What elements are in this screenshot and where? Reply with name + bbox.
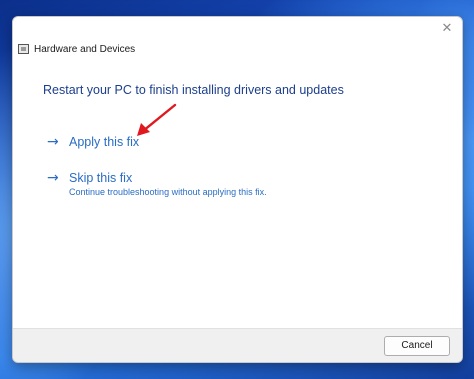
skip-fix-description: Continue troubleshooting without applyin…	[69, 187, 267, 197]
troubleshooter-dialog: Hardware and Devices ✕ Restart your PC t…	[12, 16, 463, 363]
cancel-button[interactable]: Cancel	[384, 336, 450, 356]
window-title: Hardware and Devices	[34, 44, 136, 55]
troubleshooter-app-icon	[18, 44, 29, 54]
skip-fix-option[interactable]: → Skip this fix Continue troubleshooting…	[47, 170, 347, 202]
title-bar: Hardware and Devices ✕	[13, 17, 462, 57]
dialog-footer: Cancel	[13, 328, 462, 362]
skip-fix-label[interactable]: Skip this fix	[69, 170, 132, 186]
arrow-right-icon: →	[47, 134, 59, 150]
red-pointer-arrow-icon	[137, 103, 177, 136]
arrow-right-icon: →	[47, 170, 59, 186]
page-heading: Restart your PC to finish installing dri…	[43, 83, 344, 97]
close-icon[interactable]: ✕	[438, 20, 456, 38]
apply-fix-label[interactable]: Apply this fix	[69, 134, 139, 150]
